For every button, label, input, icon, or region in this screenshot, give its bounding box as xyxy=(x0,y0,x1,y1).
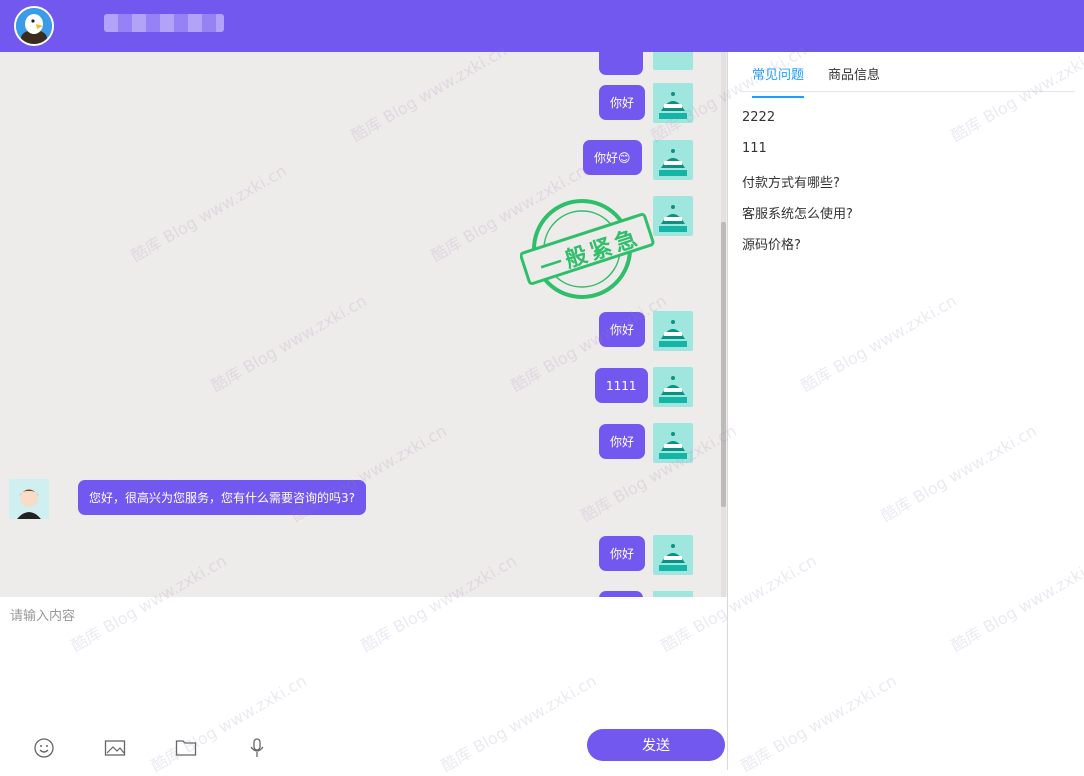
eagle-avatar-icon[interactable] xyxy=(14,6,54,46)
message-left: 您好，很高兴为您服务，您有什么需要咨询的吗3? xyxy=(78,480,367,515)
message-right: 你好 xyxy=(599,536,646,571)
message-bubble: 你好 xyxy=(599,312,646,347)
message-right: 1111 xyxy=(595,368,648,403)
info-sidebar: 常见问题 商品信息 2222 111 付款方式有哪些? 客服系统怎么使用? 源码… xyxy=(728,52,1084,770)
tab-product-info[interactable]: 商品信息 xyxy=(828,64,880,96)
emoji-icon[interactable] xyxy=(33,737,57,759)
message-right: 你好😊 xyxy=(583,140,642,175)
robot-avatar-icon xyxy=(653,311,693,351)
faq-item[interactable]: 2222 xyxy=(742,110,775,125)
robot-avatar-icon xyxy=(653,196,693,236)
agent-name-blurred xyxy=(104,14,224,32)
message-bubble: 你好😊 xyxy=(583,140,642,175)
send-button[interactable]: 发送 xyxy=(587,729,725,761)
message-input[interactable] xyxy=(10,605,710,715)
robot-avatar-icon xyxy=(653,367,693,407)
service-avatar-icon xyxy=(9,479,49,519)
urgency-stamp: 一般紧急 xyxy=(519,197,655,302)
faq-item[interactable]: 客服系统怎么使用? xyxy=(742,203,853,222)
robot-avatar-icon xyxy=(653,535,693,575)
folder-icon[interactable] xyxy=(175,737,199,759)
microphone-icon[interactable] xyxy=(246,737,270,759)
message-composer: 发送 xyxy=(0,597,727,770)
message-right: 你好 xyxy=(599,85,646,120)
robot-avatar-icon xyxy=(653,423,693,463)
robot-avatar-icon xyxy=(653,52,693,70)
chat-scrollbar[interactable] xyxy=(721,52,726,597)
message-bubble: 你好 xyxy=(599,85,646,120)
scrollbar-thumb[interactable] xyxy=(721,222,726,507)
message-bubble: 1111 xyxy=(595,368,648,403)
sidebar-tabs: 常见问题 商品信息 xyxy=(742,52,1075,98)
faq-item[interactable]: 源码价格? xyxy=(742,234,801,253)
message-right xyxy=(599,52,643,75)
message-bubble xyxy=(599,52,643,75)
image-icon[interactable] xyxy=(104,737,128,759)
robot-avatar-icon xyxy=(653,83,693,123)
faq-item[interactable]: 111 xyxy=(742,141,767,156)
robot-avatar-icon xyxy=(653,140,693,180)
tab-faq[interactable]: 常见问题 xyxy=(752,64,805,98)
message-bubble: 您好，很高兴为您服务，您有什么需要咨询的吗3? xyxy=(78,480,367,515)
message-bubble: 你好 xyxy=(599,536,646,571)
top-bar xyxy=(0,0,1084,52)
message-right: 你好 xyxy=(599,312,646,347)
message-right: 你好 xyxy=(599,424,646,459)
message-bubble: 你好 xyxy=(599,424,646,459)
chat-message-area[interactable]: 你好 你好😊 一般紧急 你好 1111 你好 您好，很高兴为您服务，您有什么需要… xyxy=(0,52,727,597)
faq-item[interactable]: 付款方式有哪些? xyxy=(742,172,840,191)
